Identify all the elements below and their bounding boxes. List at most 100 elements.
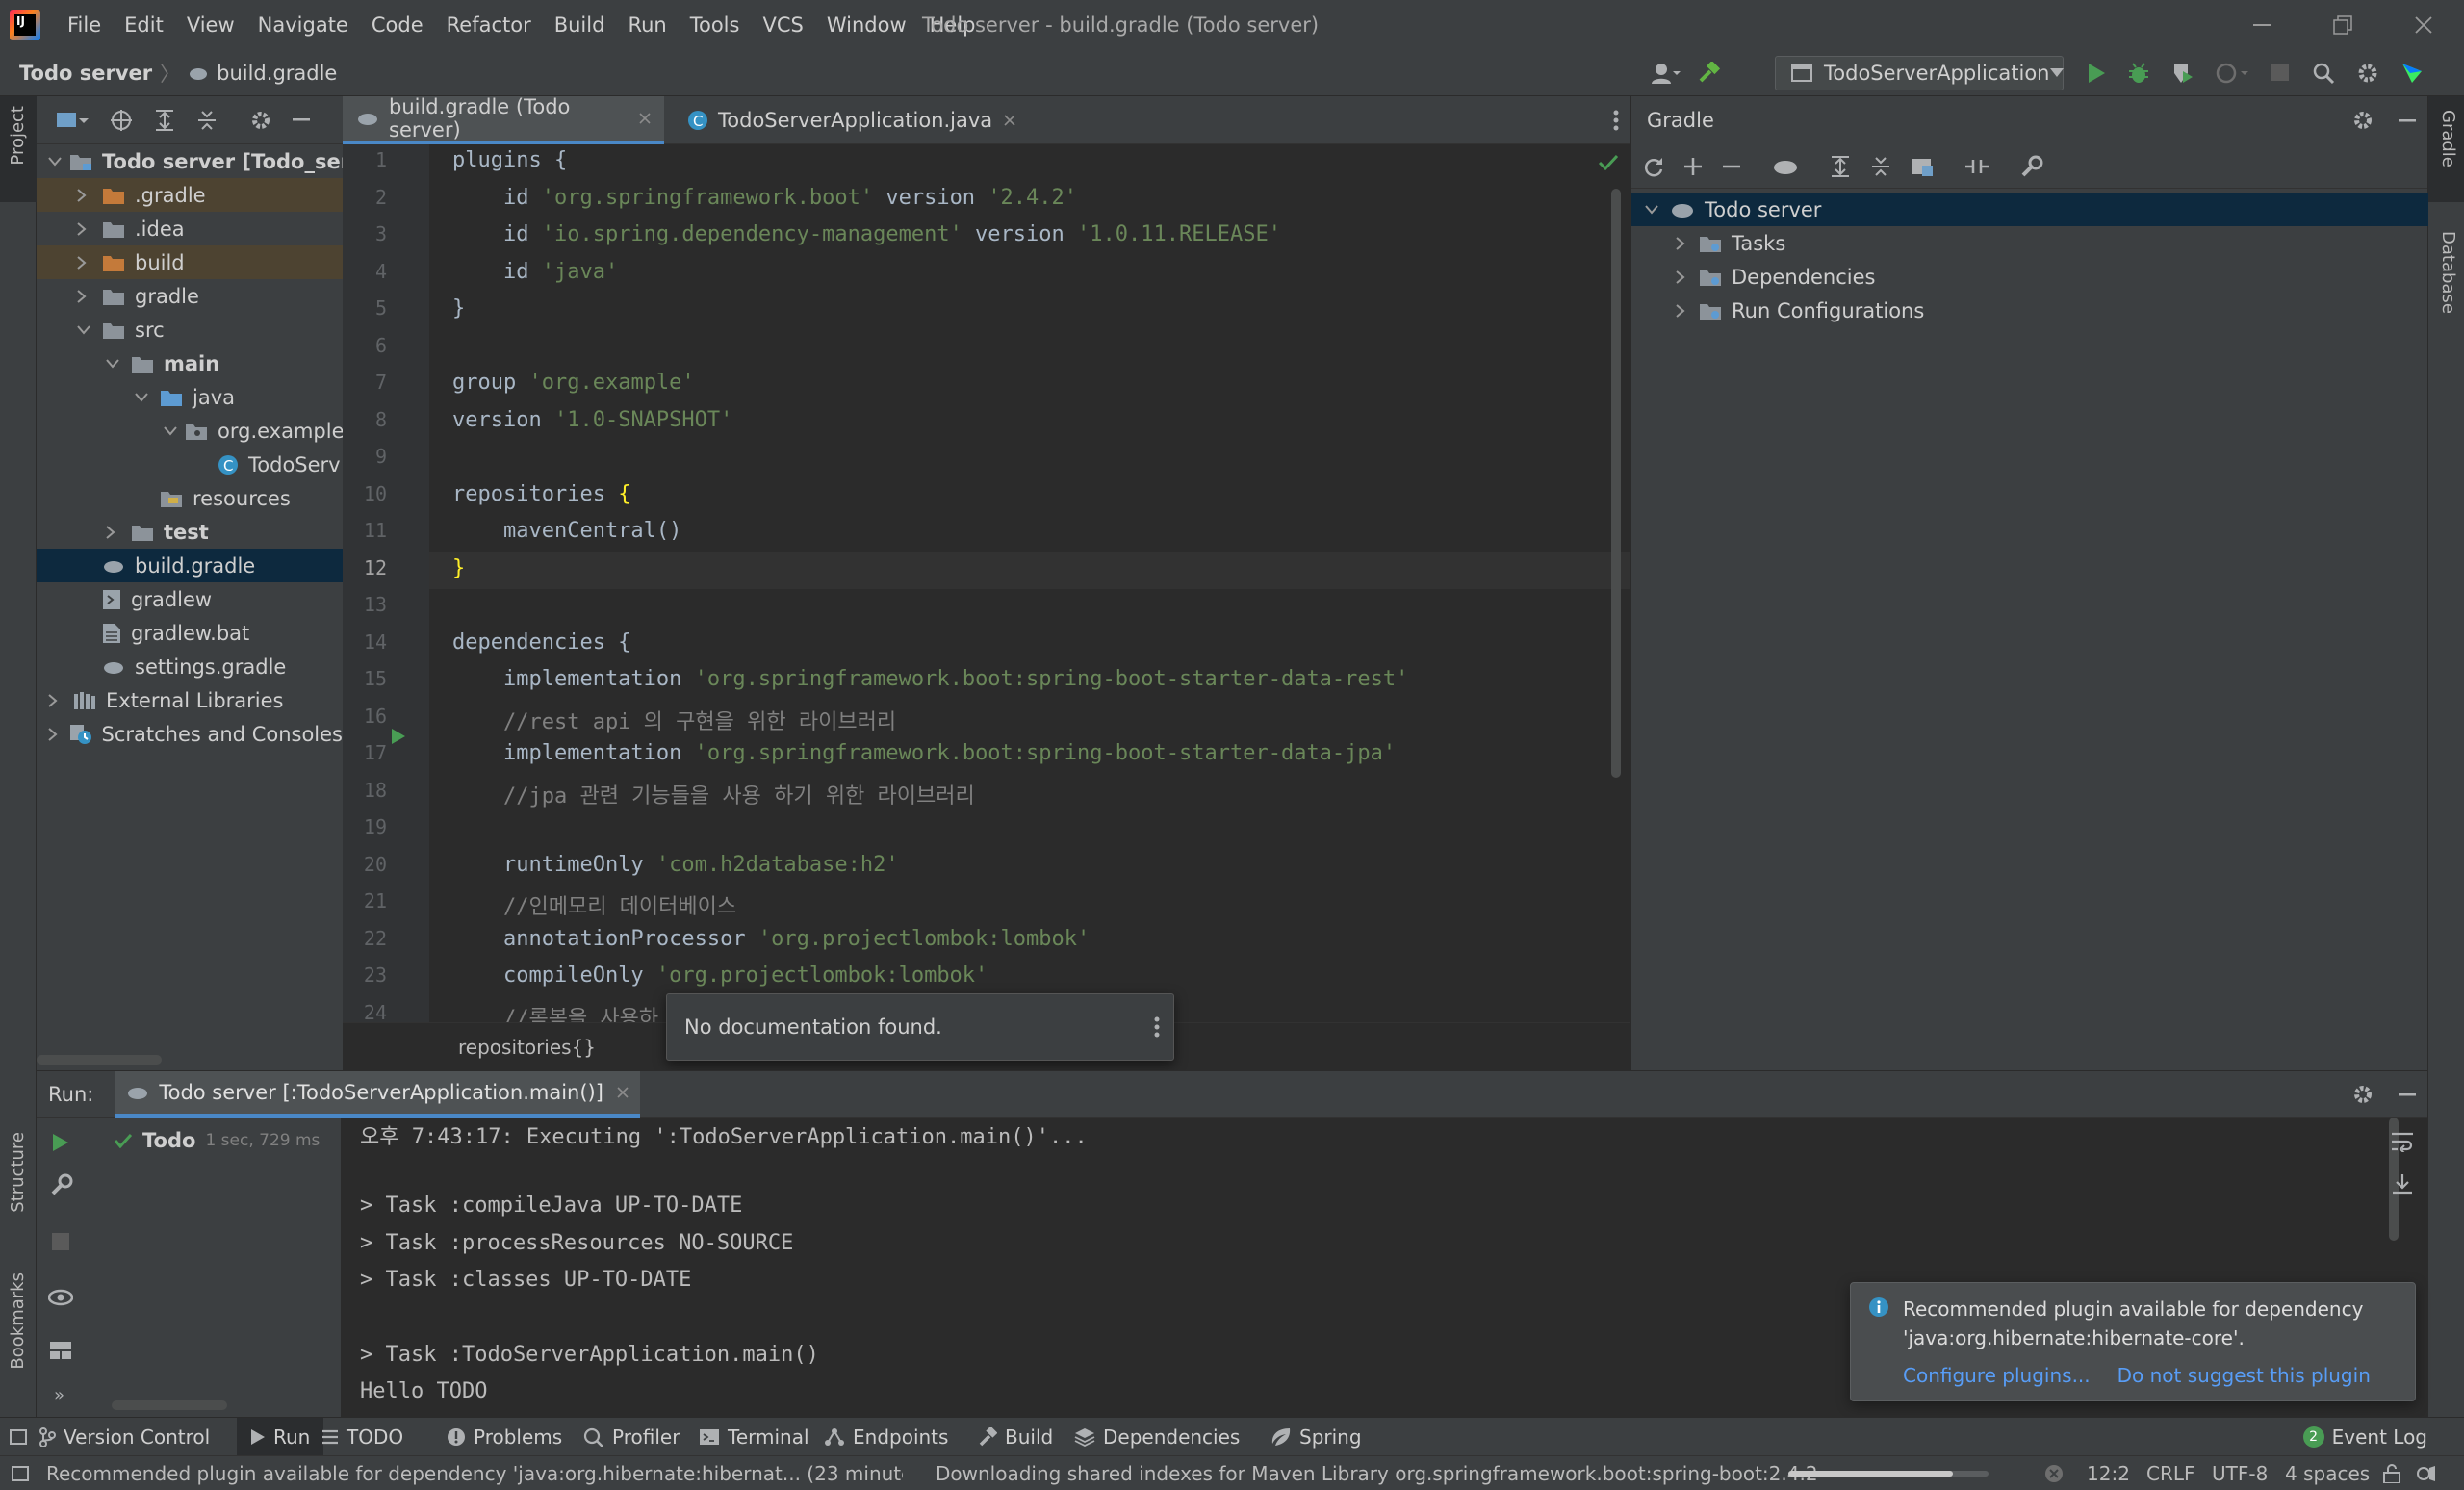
editor-vertical-scrollbar[interactable] bbox=[1611, 189, 1621, 778]
project-tree-item[interactable]: Scratches and Consoles bbox=[37, 717, 343, 751]
project-tree-item[interactable]: Todo server [Todo_serve bbox=[37, 144, 343, 178]
gradle-tool-button[interactable]: Gradle bbox=[2438, 110, 2458, 167]
toolwindow-spring[interactable]: Spring bbox=[1270, 1418, 1362, 1456]
user-icon[interactable] bbox=[1652, 63, 1681, 84]
menu-tools[interactable]: Tools bbox=[679, 0, 752, 50]
rerun-icon[interactable] bbox=[52, 1133, 69, 1152]
chevron-down-icon[interactable] bbox=[77, 324, 94, 335]
run-settings-icon[interactable] bbox=[2352, 1084, 2374, 1105]
gradle-tree-root[interactable]: Todo server bbox=[1631, 193, 2428, 226]
run-hide-icon[interactable] bbox=[2399, 1093, 2416, 1097]
restore-icon[interactable] bbox=[2302, 0, 2383, 50]
menu-window[interactable]: Window bbox=[815, 0, 918, 50]
project-tree-item[interactable]: build.gradle bbox=[37, 549, 343, 582]
profile-icon[interactable] bbox=[2216, 62, 2250, 85]
project-tree-item[interactable]: .gradle bbox=[37, 178, 343, 212]
layout-icon[interactable] bbox=[49, 1341, 72, 1360]
chevron-right-icon[interactable] bbox=[77, 188, 94, 202]
build-tool-settings-icon[interactable] bbox=[2020, 155, 2043, 178]
tabs-more-icon[interactable] bbox=[1613, 110, 1619, 131]
run-tab[interactable]: Todo server [:TodoServerApplication.main… bbox=[115, 1070, 640, 1118]
menu-navigate[interactable]: Navigate bbox=[246, 0, 360, 50]
expand-all-icon[interactable] bbox=[1830, 155, 1851, 177]
add-icon[interactable] bbox=[1683, 157, 1703, 176]
project-tree-item[interactable]: settings.gradle bbox=[37, 650, 343, 683]
wrench-icon[interactable] bbox=[50, 1173, 73, 1196]
menu-build[interactable]: Build bbox=[543, 0, 617, 50]
toolwindow-build[interactable]: Build bbox=[978, 1418, 1053, 1456]
menu-refactor[interactable]: Refactor bbox=[435, 0, 543, 50]
chevron-right-icon[interactable] bbox=[106, 525, 123, 539]
settings-gear-icon[interactable] bbox=[2356, 62, 2379, 85]
project-settings-icon[interactable] bbox=[250, 110, 271, 131]
status-message[interactable]: Recommended plugin available for depende… bbox=[46, 1456, 903, 1490]
minimize-icon[interactable] bbox=[2221, 0, 2302, 50]
close-window-icon[interactable] bbox=[2383, 0, 2464, 50]
chevron-right-icon[interactable] bbox=[48, 693, 65, 707]
project-tree-item[interactable]: main bbox=[37, 347, 343, 380]
project-tree-item[interactable]: src bbox=[37, 313, 343, 347]
group-modules-icon[interactable] bbox=[1911, 156, 1934, 177]
build-hammer-icon[interactable] bbox=[1698, 62, 1721, 85]
more-actions-icon[interactable]: » bbox=[54, 1385, 64, 1405]
toggle-offline-icon[interactable] bbox=[1964, 156, 1989, 177]
chevron-right-icon[interactable] bbox=[1676, 270, 1685, 284]
search-icon[interactable] bbox=[2312, 62, 2335, 85]
gradle-tree-item[interactable]: Run Configurations bbox=[1631, 294, 2428, 327]
lock-icon[interactable] bbox=[2383, 1464, 2400, 1483]
project-tree-item[interactable]: org.example bbox=[37, 414, 343, 448]
bookmarks-tool-button[interactable]: Bookmarks bbox=[8, 1272, 28, 1370]
chevron-down-icon[interactable] bbox=[106, 358, 123, 369]
project-tree-item[interactable]: gradle bbox=[37, 279, 343, 313]
close-tab-icon[interactable] bbox=[639, 113, 651, 124]
chevron-right-icon[interactable] bbox=[77, 289, 94, 303]
database-tool-button[interactable]: Database bbox=[2438, 231, 2458, 314]
line-separator[interactable]: CRLF bbox=[2146, 1456, 2195, 1490]
project-tree-item[interactable]: .idea bbox=[37, 212, 343, 245]
project-tree-item[interactable]: gradlew bbox=[37, 582, 343, 616]
chevron-down-icon[interactable] bbox=[48, 156, 62, 167]
locate-file-icon[interactable] bbox=[110, 109, 133, 132]
chevron-down-icon[interactable] bbox=[135, 392, 152, 402]
collapse-all-icon[interactable] bbox=[1870, 156, 1891, 177]
coverage-icon[interactable] bbox=[2171, 62, 2194, 85]
project-tree-item[interactable]: java bbox=[37, 380, 343, 414]
reload-icon[interactable] bbox=[1643, 156, 1664, 177]
menu-file[interactable]: File bbox=[56, 0, 113, 50]
project-tree-item[interactable]: resources bbox=[37, 481, 343, 515]
gradle-tree-item[interactable]: Tasks bbox=[1631, 226, 2428, 260]
gradle-settings-icon[interactable] bbox=[2352, 110, 2374, 131]
breadcrumb-project[interactable]: Todo server bbox=[19, 62, 152, 85]
chevron-right-icon[interactable] bbox=[1676, 303, 1685, 318]
remove-icon[interactable] bbox=[1722, 157, 1741, 176]
toolwindow-run[interactable]: Run bbox=[237, 1418, 324, 1456]
stop-icon[interactable] bbox=[2272, 64, 2291, 83]
hide-panel-icon[interactable] bbox=[293, 117, 310, 122]
event-log-button[interactable]: 2 Event Log bbox=[2302, 1418, 2427, 1456]
toolwindow-problems[interactable]: Problems bbox=[447, 1418, 562, 1456]
inspections-icon[interactable] bbox=[2416, 1464, 2437, 1483]
project-tool-button[interactable]: Project bbox=[8, 106, 28, 166]
scroll-to-end-icon[interactable] bbox=[2391, 1173, 2414, 1195]
menu-edit[interactable]: Edit bbox=[113, 0, 175, 50]
toolwindow-dependencies[interactable]: Dependencies bbox=[1074, 1418, 1240, 1456]
toolwindow-endpoints[interactable]: Endpoints bbox=[824, 1418, 948, 1456]
menu-code[interactable]: Code bbox=[360, 0, 435, 50]
toolwindow-todo[interactable]: TODO bbox=[321, 1418, 403, 1456]
status-toggle-icon[interactable] bbox=[12, 1466, 29, 1481]
soft-wrap-icon[interactable] bbox=[2391, 1131, 2414, 1152]
caret-position[interactable]: 12:2 bbox=[2087, 1456, 2130, 1490]
file-encoding[interactable]: UTF-8 bbox=[2212, 1456, 2268, 1490]
editor-breadcrumb[interactable]: repositories{} bbox=[458, 1023, 596, 1071]
chevron-right-icon[interactable] bbox=[48, 727, 62, 741]
run-configuration-select[interactable]: TodoServerApplication bbox=[1775, 56, 2064, 90]
toolwindow-terminal[interactable]: Terminal bbox=[699, 1418, 809, 1456]
do-not-suggest-link[interactable]: Do not suggest this plugin bbox=[2118, 1364, 2371, 1387]
run-icon[interactable] bbox=[2087, 63, 2106, 84]
run-tree-item[interactable]: Todo bbox=[142, 1129, 195, 1152]
project-tree-item[interactable]: gradlew.bat bbox=[37, 616, 343, 650]
run-gutter-icon[interactable] bbox=[391, 728, 406, 745]
view-select-icon[interactable] bbox=[56, 111, 89, 130]
project-tree-item[interactable]: test bbox=[37, 515, 343, 549]
chevron-down-icon[interactable] bbox=[1645, 204, 1658, 215]
